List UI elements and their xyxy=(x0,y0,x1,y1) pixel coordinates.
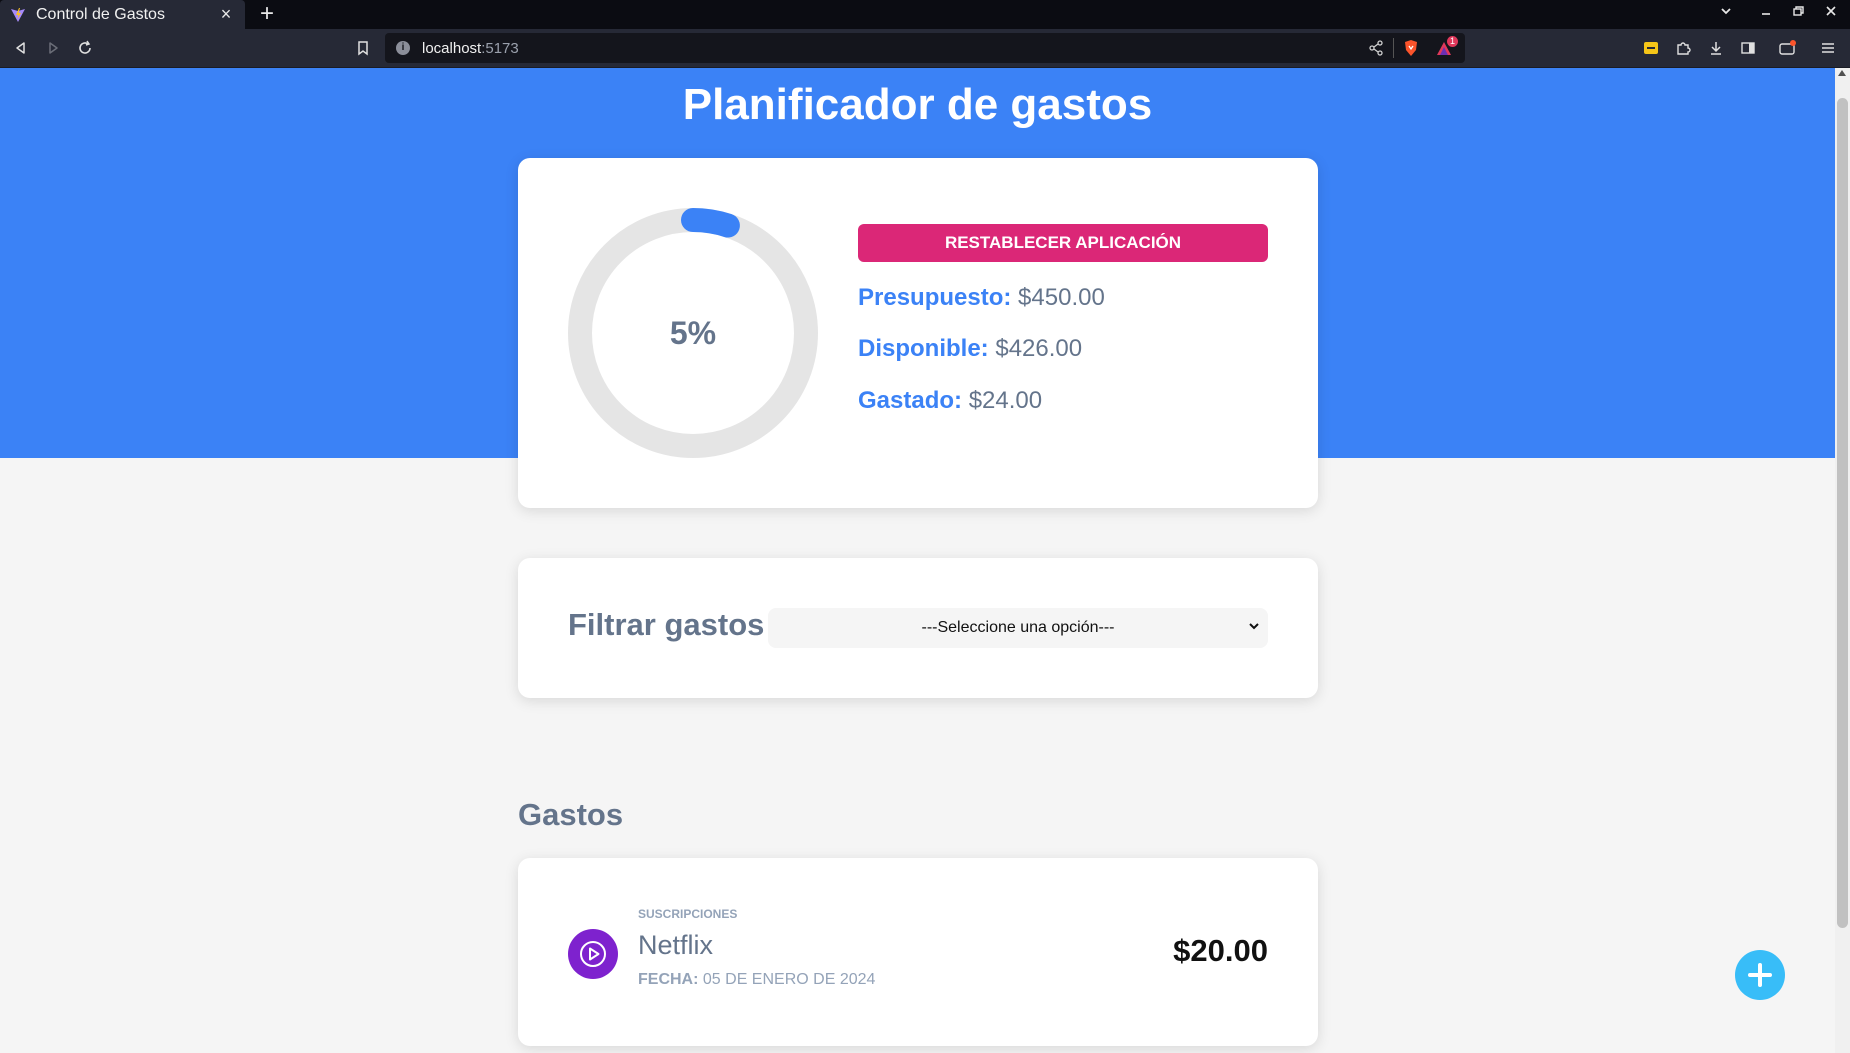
expense-item[interactable]: Suscripciones Netflix Fecha: 05 de enero… xyxy=(518,858,1318,1046)
download-icon[interactable] xyxy=(1705,37,1727,59)
expense-category: Suscripciones xyxy=(638,907,738,921)
add-expense-button[interactable] xyxy=(1735,950,1785,1000)
available-stat: Disponible: $426.00 xyxy=(858,335,1082,363)
budget-stat: Presupuesto: $450.00 xyxy=(858,284,1105,312)
vite-logo-icon xyxy=(11,7,25,22)
brave-shield-icon[interactable] xyxy=(1402,39,1420,62)
expense-name: Netflix xyxy=(638,930,714,960)
url-host: localhost xyxy=(422,39,482,57)
available-value: $426.00 xyxy=(995,335,1083,362)
sidebar-icon[interactable] xyxy=(1737,37,1759,59)
budget-progress-ring: 5% xyxy=(568,208,818,458)
back-icon[interactable] xyxy=(10,37,32,59)
reload-icon[interactable] xyxy=(74,37,96,59)
browser-tab[interactable]: Control de Gastos × xyxy=(0,0,245,29)
brave-rewards-icon[interactable]: 1 xyxy=(1435,36,1459,62)
tab-list-chevron-icon[interactable] xyxy=(1716,3,1736,25)
scrollbar-thumb[interactable] xyxy=(1837,98,1848,928)
filter-card: Filtrar gastos ---Seleccione una opción-… xyxy=(518,558,1318,698)
site-info-icon[interactable]: i xyxy=(396,41,410,55)
filter-label: Filtrar gastos xyxy=(568,607,765,642)
spent-label: Gastado: xyxy=(858,387,963,414)
share-icon[interactable] xyxy=(1368,40,1384,61)
budget-card: 5% Restablecer aplicación Presupuesto: $… xyxy=(518,158,1318,508)
expenses-title: Gastos xyxy=(518,797,624,832)
close-window-icon[interactable] xyxy=(1821,3,1841,25)
expense-date-label: Fecha: xyxy=(638,971,699,988)
page-viewport: Planificador de gastos 5% Restablecer ap… xyxy=(0,68,1835,1053)
category-filter-select[interactable]: ---Seleccione una opción--- xyxy=(768,608,1268,648)
url-port: :5173 xyxy=(481,39,519,57)
minimize-icon[interactable] xyxy=(1756,3,1776,25)
expense-date-value: 05 de enero de 2024 xyxy=(702,971,876,988)
new-tab-button[interactable]: + xyxy=(255,2,279,26)
extensions-puzzle-icon[interactable] xyxy=(1672,37,1694,59)
page-title: Planificador de gastos xyxy=(682,80,1153,129)
wallet-icon[interactable] xyxy=(1777,37,1799,59)
filter-selected-option: ---Seleccione una opción--- xyxy=(921,619,1115,636)
bookmark-icon[interactable] xyxy=(352,37,374,59)
reset-app-button[interactable]: Restablecer aplicación xyxy=(858,224,1268,262)
browser-tab-bar: Control de Gastos × + xyxy=(0,0,1850,29)
tab-title: Control de Gastos xyxy=(36,5,165,23)
menu-icon[interactable] xyxy=(1817,37,1839,59)
extension-yellow-icon[interactable] xyxy=(1640,37,1662,59)
restore-icon[interactable] xyxy=(1788,3,1808,25)
browser-toolbar: i localhost :5173 1 xyxy=(0,29,1850,68)
spent-value: $24.00 xyxy=(968,387,1043,414)
page-scrollbar[interactable] xyxy=(1835,68,1850,1053)
progress-percent-text: 5% xyxy=(669,315,717,351)
budget-value: $450.00 xyxy=(1018,284,1105,311)
expense-date: Fecha: 05 de enero de 2024 xyxy=(638,971,875,989)
play-icon xyxy=(568,929,618,979)
budget-label: Presupuesto: xyxy=(858,284,1012,311)
expense-amount: $20.00 xyxy=(1173,933,1268,968)
url-divider xyxy=(1393,38,1394,58)
spent-stat: Gastado: $24.00 xyxy=(858,387,1042,415)
forward-icon[interactable] xyxy=(42,37,64,59)
scroll-up-arrow-icon[interactable] xyxy=(1838,70,1846,76)
rewards-badge: 1 xyxy=(1447,36,1459,47)
tab-close-icon[interactable]: × xyxy=(217,4,235,25)
plus-icon xyxy=(1748,963,1772,987)
available-label: Disponible: xyxy=(858,335,989,362)
address-bar[interactable]: i localhost :5173 1 xyxy=(385,33,1465,63)
chevron-down-icon xyxy=(1249,623,1259,630)
